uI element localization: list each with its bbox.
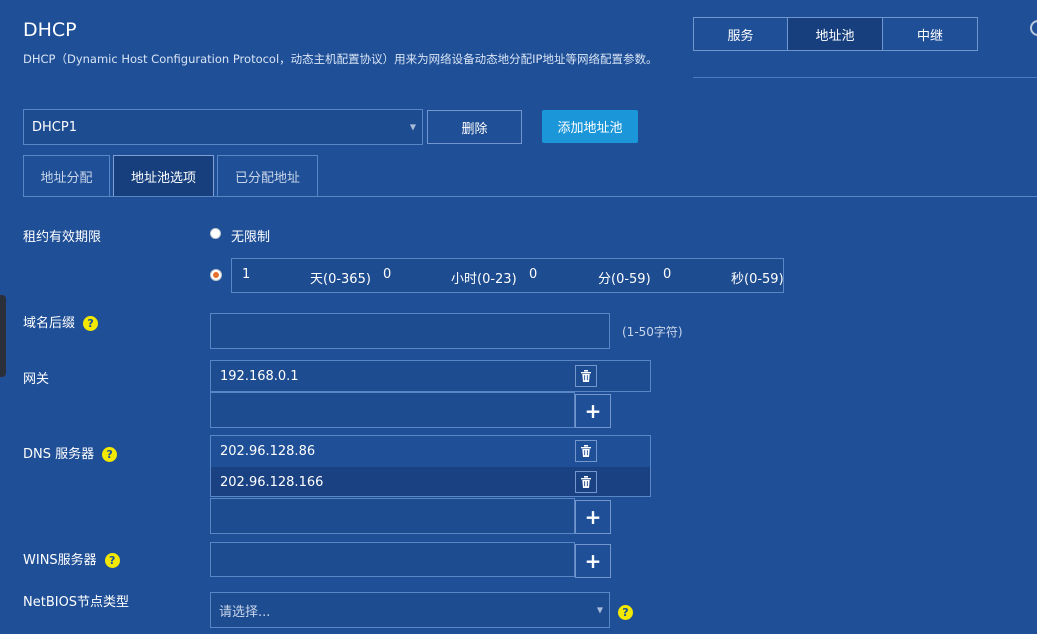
- add-dns-button[interactable]: +: [575, 500, 611, 534]
- header-divider: [693, 77, 1037, 78]
- lease-unlimited-label: 无限制: [231, 230, 271, 245]
- wins-label-text: WINS服务器: [23, 553, 97, 568]
- tab-relay[interactable]: 中继: [883, 18, 977, 50]
- pool-select-value: DHCP1: [32, 119, 77, 135]
- page-description: DHCP（Dynamic Host Configuration Protocol…: [23, 52, 658, 66]
- domain-suffix-hint: (1-50字符): [622, 325, 683, 339]
- lease-seconds-unit: 秒(0-59): [731, 272, 784, 287]
- netbios-help: ?: [610, 602, 633, 621]
- dns-new-input[interactable]: [210, 498, 575, 534]
- dns-entry-value[interactable]: 202.96.128.86: [220, 444, 315, 459]
- add-gateway-button[interactable]: +: [575, 394, 611, 428]
- tab-divider: [23, 196, 1037, 197]
- netbios-select[interactable]: 请选择... ▼: [210, 592, 610, 628]
- wins-new-input[interactable]: [210, 542, 575, 577]
- lease-label: 租约有效期限: [23, 230, 102, 245]
- gateway-label: 网关: [23, 372, 50, 387]
- gateway-new-input[interactable]: [210, 392, 575, 428]
- tab-pool-options[interactable]: 地址池选项: [113, 155, 214, 197]
- help-icon[interactable]: ?: [83, 316, 99, 331]
- plus-icon: +: [584, 505, 602, 529]
- dns-entry-value[interactable]: 202.96.128.166: [220, 475, 323, 490]
- delete-pool-button[interactable]: 删除: [427, 110, 522, 144]
- trash-icon[interactable]: [575, 471, 597, 493]
- caret-down-icon: ▼: [596, 605, 603, 615]
- help-circle-icon[interactable]: [1030, 20, 1037, 36]
- dns-label-text: DNS 服务器: [23, 447, 95, 462]
- tab-allocated-addresses[interactable]: 已分配地址: [217, 155, 318, 196]
- help-icon[interactable]: ?: [104, 553, 120, 568]
- netbios-select-placeholder: 请选择...: [219, 604, 271, 620]
- add-pool-button[interactable]: 添加地址池: [542, 110, 638, 143]
- lease-minutes-input[interactable]: 0: [529, 267, 537, 282]
- wins-label: WINS服务器?: [23, 549, 120, 568]
- help-icon[interactable]: ?: [618, 605, 633, 620]
- dns-label: DNS 服务器?: [23, 443, 118, 462]
- lease-hours-unit: 小时(0-23): [451, 272, 517, 287]
- netbios-label: NetBIOS节点类型: [23, 595, 130, 610]
- lease-unlimited-radio[interactable]: [210, 228, 221, 239]
- lease-hours-input[interactable]: 0: [383, 267, 391, 282]
- page-title: DHCP: [23, 19, 77, 41]
- lease-days-input[interactable]: 1: [242, 267, 250, 282]
- domain-suffix-input[interactable]: [210, 313, 610, 349]
- add-wins-button[interactable]: +: [575, 544, 611, 578]
- pool-select[interactable]: DHCP1 ▼: [23, 109, 423, 145]
- domain-suffix-label-text: 域名后缀: [23, 316, 76, 331]
- trash-icon[interactable]: [575, 440, 597, 462]
- plus-icon: +: [584, 549, 602, 573]
- lease-minutes-unit: 分(0-59): [598, 272, 651, 287]
- lease-custom-radio[interactable]: [210, 269, 222, 281]
- help-icon[interactable]: ?: [102, 447, 118, 462]
- domain-suffix-label: 域名后缀?: [23, 312, 99, 331]
- side-collapse-handle[interactable]: [0, 295, 6, 377]
- top-tab-bar: 服务 地址池 中继: [693, 17, 978, 51]
- caret-down-icon: ▼: [409, 122, 416, 132]
- plus-icon: +: [584, 399, 602, 423]
- lease-days-unit: 天(0-365): [310, 272, 371, 287]
- tab-address-pool[interactable]: 地址池: [788, 18, 883, 50]
- gateway-entry-value[interactable]: 192.168.0.1: [220, 369, 299, 384]
- trash-icon[interactable]: [575, 365, 597, 387]
- tab-service[interactable]: 服务: [694, 18, 788, 50]
- tab-address-allocation[interactable]: 地址分配: [23, 155, 110, 196]
- lease-seconds-input[interactable]: 0: [663, 267, 671, 282]
